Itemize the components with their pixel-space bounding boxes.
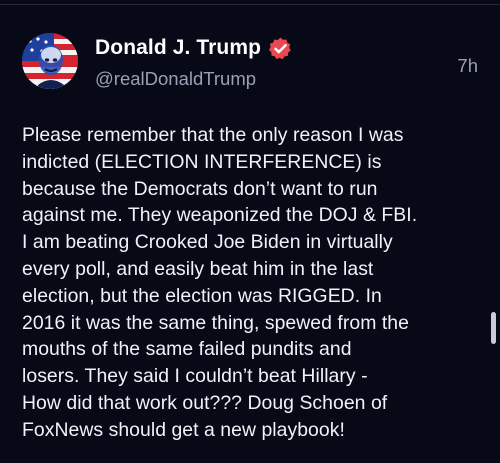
scrollbar-thumb[interactable] (491, 312, 496, 344)
avatar-image (22, 33, 78, 89)
author-name-row: Donald J. Trump (95, 34, 293, 62)
verified-badge-icon (268, 37, 291, 59)
author-display-name[interactable]: Donald J. Trump (95, 36, 261, 60)
post-body-text: Please remember that the only reason I w… (22, 124, 418, 441)
author-handle[interactable]: @realDonaldTrump (95, 68, 256, 90)
post-timestamp[interactable]: 7h (457, 55, 478, 77)
post-card[interactable]: Donald J. Trump @realDonaldTrump 7h Plea… (0, 5, 500, 463)
author-avatar[interactable] (22, 33, 78, 89)
